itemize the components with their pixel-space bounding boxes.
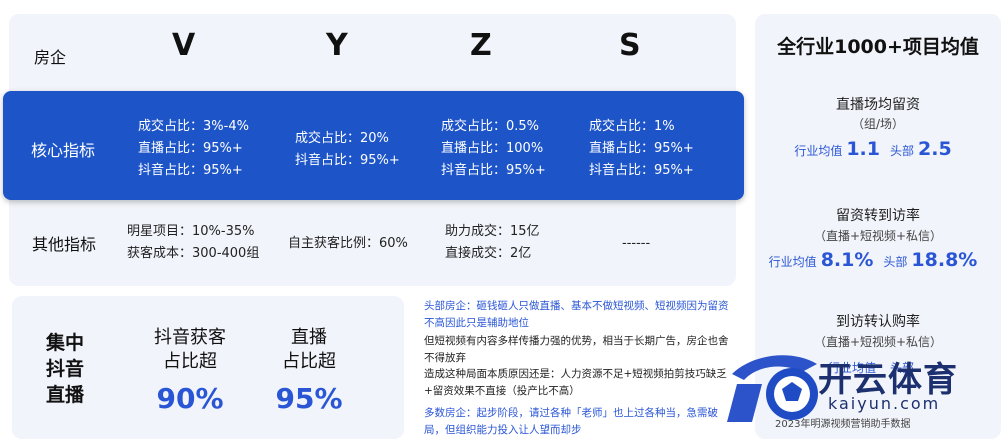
row-label-core: 核心指标 [31, 141, 96, 160]
note-short-video: 但短视频有内容多样传播力强的优势，相当于长期广告，房企也舍不得放弃 [424, 335, 729, 364]
core-cell-z: 成交占比：0.5% 直播占比：100% 抖音占比：95%+ [441, 119, 546, 178]
other-cell-s: ------ [622, 236, 651, 251]
metric-name: 到访转认购率 [836, 314, 920, 330]
metric-sub: （组/场） [851, 117, 905, 131]
metric-sub: （直播+短视频+私信） [813, 229, 943, 243]
analysis-notes: 头部房企：砸钱砸人只做直播、基本不做短视频、短视频因为留资不高因此只是辅助地位 … [424, 298, 730, 444]
column-header-s: S [619, 28, 641, 63]
core-metrics-row: 核心指标 成交占比：3%-4% 直播占比：95%+ 抖音占比：95%+ 成交占比… [3, 91, 744, 200]
column-header-v: V [172, 28, 196, 63]
core-cell-y: 成交占比：20% 抖音占比：95%+ [295, 131, 400, 168]
note-most-companies: 多数房企：起步阶段，请过各种「老师」也上过各种当，急需破局，但组织能力投入让人望… [424, 407, 718, 436]
metric-values-row: 行业均值 1.1 头部 2.5 [794, 138, 952, 160]
note-root-cause: 造成这种局面本质原因还是：人力资源不足+短视频拍剪技巧缺乏+留资效果不直接（投产… [424, 368, 727, 397]
column-header-z: Z [470, 28, 492, 63]
watermark-url: kaiyun.com [828, 394, 941, 413]
focus-title: 集中 抖音 直播 [45, 332, 84, 406]
benchmark-title: 全行业1000+项目均值 [777, 36, 979, 58]
other-cell-z: 助力成交：15亿 直接成交：2亿 [445, 224, 540, 261]
metric-name: 直播场均留资 [836, 97, 920, 113]
live-share-stat: 直播 占比超 95% [275, 327, 343, 415]
metric-name: 留资转到访率 [836, 208, 920, 224]
other-cell-y: 自主获客比例：60% [288, 236, 408, 251]
corner-label: 房企 [34, 48, 67, 67]
row-label-other: 其他指标 [32, 235, 97, 254]
other-cell-v: 明星项目：10%-35% 获客成本：300-400组 [127, 224, 260, 261]
column-header-y: Y [326, 28, 348, 63]
core-cell-s: 成交占比：1% 直播占比：95%+ 抖音占比：95%+ [589, 119, 694, 178]
metric-values-row: 行业均值 8.1% 头部 18.8% [768, 249, 978, 271]
douyin-share-stat: 抖音获客 占比超 90% [154, 327, 226, 415]
note-head-companies: 头部房企：砸钱砸人只做直播、基本不做短视频、短视频因为留资不高因此只是辅助地位 [424, 300, 729, 329]
source-note: 2023年明源视频营销助手数据 [775, 419, 911, 430]
core-cell-v: 成交占比：3%-4% 直播占比：95%+ 抖音占比：95%+ [138, 119, 249, 178]
